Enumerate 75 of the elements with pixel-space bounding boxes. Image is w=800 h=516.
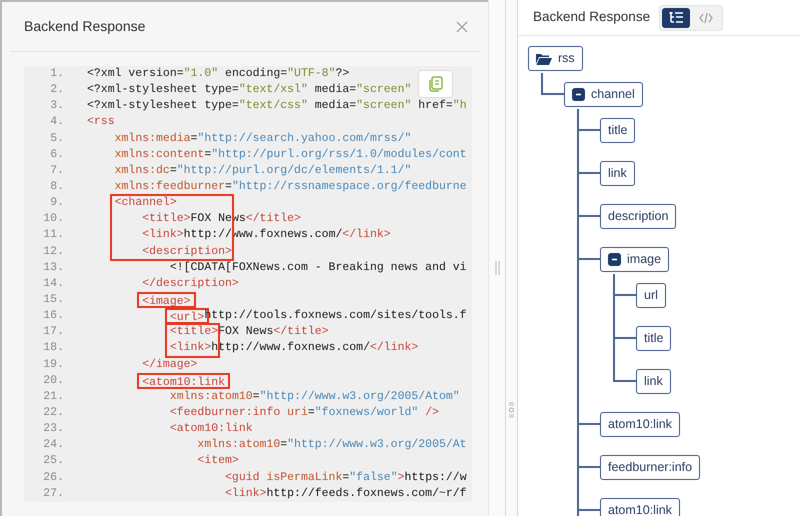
line-number: 2. [49, 82, 64, 98]
tree-node[interactable]: title [636, 326, 672, 350]
code-line: <feedburner:info uri="foxnews/world" /> [170, 404, 440, 421]
line-number: 21. [42, 388, 64, 405]
dialog-title: Backend Response [24, 17, 146, 36]
minus-icon[interactable] [572, 88, 585, 100]
tree-node[interactable]: atom10:link [600, 498, 680, 516]
line-number: 15. [42, 292, 64, 308]
code-line: </image> [142, 356, 198, 373]
tree-node[interactable]: rss [528, 46, 583, 71]
copy-button[interactable] [418, 70, 453, 98]
line-number: 16. [42, 308, 64, 324]
line-number: 4. [49, 114, 64, 130]
line-number: 18. [42, 340, 64, 356]
close-icon[interactable] [456, 20, 468, 32]
tree-node[interactable]: channel [564, 82, 643, 106]
line-number: 14. [42, 276, 64, 292]
minus-icon[interactable] [608, 252, 621, 266]
line-number: 17. [42, 324, 64, 340]
view-mode-tab[interactable] [662, 8, 690, 28]
line-number: 25. [42, 453, 64, 470]
tree-node[interactable]: feedburner:info [600, 454, 700, 480]
line-number: 11. [42, 227, 64, 244]
tree-node[interactable]: image [600, 246, 670, 272]
line-number: 1. [49, 66, 64, 82]
line-number: 24. [42, 437, 64, 454]
code-line: xmlns:feedburner="http://rssnamespace.org/feedburne [114, 178, 467, 195]
code-line: xmlns:dc="http://purl.org/dc/elements/1.1/" [114, 162, 412, 179]
grip-icon[interactable] [508, 402, 515, 418]
highlighted-code: <atom10:link [137, 372, 230, 389]
line-number: 27. [42, 486, 64, 502]
line-number: 5. [49, 130, 64, 147]
tree-node[interactable]: description [600, 204, 676, 228]
code-line: xmlns:content="http://purl.org/rss/1.0/modules/cont [114, 146, 467, 163]
code-icon [699, 12, 714, 24]
tree-node[interactable]: link [600, 160, 635, 186]
tree-node[interactable]: atom10:link [600, 412, 680, 436]
folder-icon [536, 52, 552, 64]
code-line: <link>http://feeds.foxnews.com/~r/f [225, 486, 467, 502]
panel-title: Backend Response [533, 8, 650, 26]
splitter[interactable] [488, 0, 518, 516]
code-line: <atom10:link [170, 421, 253, 438]
tree-node[interactable]: url [636, 282, 666, 308]
tree-view-icon [669, 12, 684, 24]
line-number: 12. [42, 244, 64, 260]
code-line: <description> [142, 244, 232, 260]
line-number: 9. [49, 195, 64, 212]
code-line: xmlns:atom10="http://www.w3.org/2005/At [197, 437, 467, 454]
line-number: 19. [42, 356, 64, 373]
code-line: <rss [87, 114, 115, 130]
code-line: <?xml-stylesheet type="text/xsl" media="screen" [87, 82, 412, 98]
line-number: 8. [49, 178, 64, 195]
line-number: 6. [49, 146, 64, 163]
code-line: <item> [197, 453, 239, 470]
code-line: <?xml version="1.0" encoding="UTF-8"?> [87, 66, 350, 82]
line-number: 26. [42, 470, 64, 486]
code-line: <?xml-stylesheet type="text/css" media="screen" href="h [87, 98, 467, 114]
line-number: 13. [42, 260, 64, 276]
line-number: 20. [42, 372, 64, 389]
line-number: 22. [42, 404, 64, 421]
tree-node[interactable]: link [636, 368, 671, 394]
line-number: 10. [42, 211, 64, 228]
code-line: <guid isPermaLink="false">https://w [225, 470, 467, 486]
code-line: xmlns:media="http://search.yahoo.com/mrss/" [114, 130, 412, 147]
copy-icon [428, 76, 442, 92]
code-line: <channel> [114, 195, 177, 212]
code-line: xmlns:atom10="http://www.w3.org/2005/Atom" [170, 388, 460, 405]
highlighted-code: <image> [137, 292, 196, 308]
code-line: <![CDATA[FOXNews.com - Breaking news and vi [170, 260, 467, 276]
grip-icon[interactable] [494, 261, 500, 275]
line-number: 23. [42, 421, 64, 438]
line-number: 7. [49, 162, 64, 179]
line-number: 3. [49, 98, 64, 114]
tree-node[interactable]: title [600, 118, 636, 142]
code-line: </description> [142, 276, 239, 292]
